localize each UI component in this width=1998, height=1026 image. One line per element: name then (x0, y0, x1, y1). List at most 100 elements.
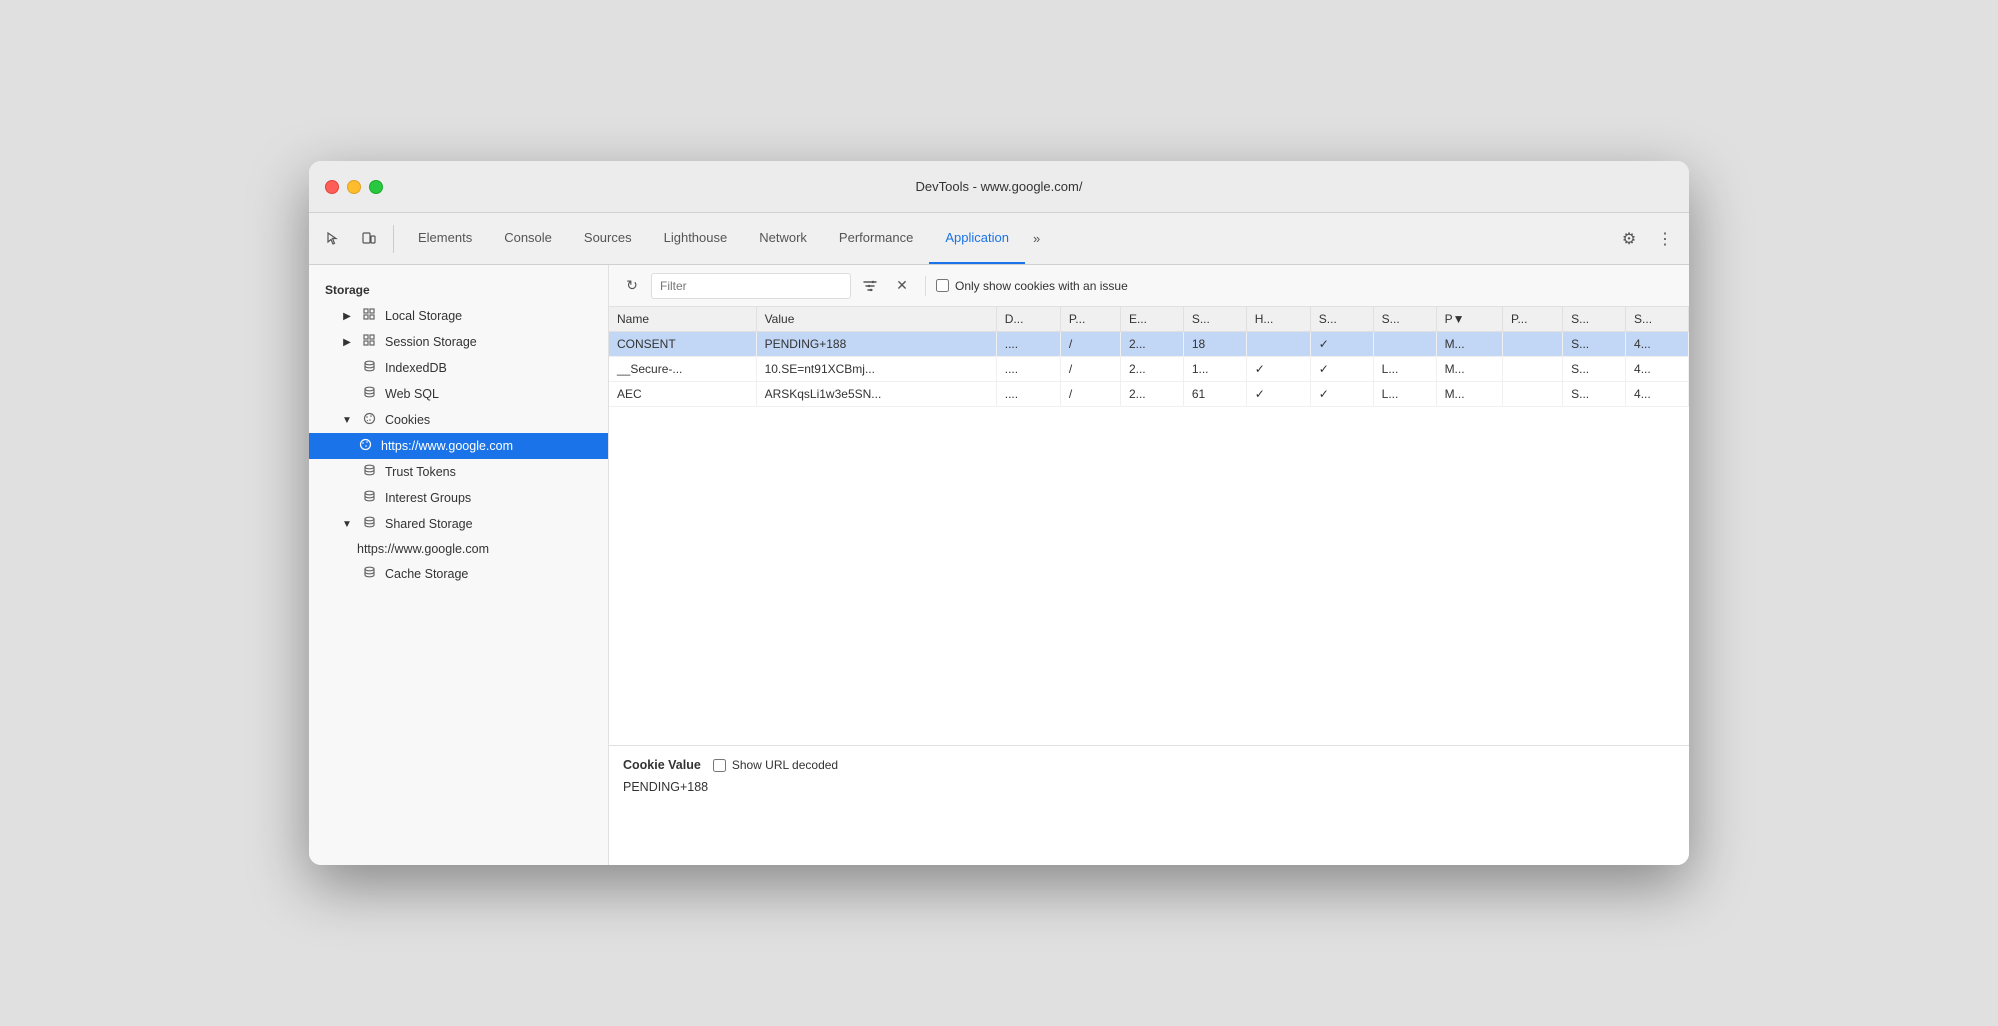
cell-expires: 2... (1120, 332, 1183, 357)
minimize-button[interactable] (347, 180, 361, 194)
cell-path: / (1060, 357, 1120, 382)
toolbar-right: ⚙ ⋮ (1613, 223, 1681, 255)
trust-tokens-label: Trust Tokens (385, 465, 456, 479)
storage-section-label: Storage (309, 277, 608, 303)
cell-sourceport: 4... (1626, 357, 1689, 382)
panel-toolbar: ↻ ✕ Only show cookies w (609, 265, 1689, 307)
db-icon (361, 566, 377, 582)
cell-http: ✓ (1246, 357, 1310, 382)
sidebar-item-cookies[interactable]: ▼ Cookies (309, 407, 608, 433)
table-row[interactable]: __Secure-...10.SE=nt91XCBmj......./2...1… (609, 357, 1689, 382)
show-url-decoded-checkbox[interactable] (713, 759, 726, 772)
col-header-expires[interactable]: E... (1120, 307, 1183, 332)
sidebar-item-trust-tokens[interactable]: ▶ Trust Tokens (309, 459, 608, 485)
cell-name: __Secure-... (609, 357, 756, 382)
triangle-icon: ▼ (341, 519, 353, 530)
cell-secure: ✓ (1310, 357, 1373, 382)
cell-path: / (1060, 382, 1120, 407)
sidebar-item-indexeddb[interactable]: ▶ IndexedDB (309, 355, 608, 381)
cell-priority: M... (1436, 382, 1502, 407)
db-icon (361, 386, 377, 402)
tab-elements[interactable]: Elements (402, 213, 488, 264)
sidebar: Storage ▶ Local Storage ▶ Session Storag… (309, 265, 609, 865)
col-header-domain[interactable]: D... (996, 307, 1060, 332)
settings-button[interactable]: ⚙ (1613, 223, 1645, 255)
cell-sourceport: 4... (1626, 332, 1689, 357)
clear-filter-button[interactable]: ✕ (889, 273, 915, 299)
table-row[interactable]: AECARSKqsLi1w3e5SN......./2...61✓✓L...M.… (609, 382, 1689, 407)
filter-options-button[interactable] (857, 273, 883, 299)
col-header-partition[interactable]: P... (1503, 307, 1563, 332)
cell-partition (1503, 357, 1563, 382)
only-issues-checkbox-label[interactable]: Only show cookies with an issue (936, 279, 1128, 293)
refresh-button[interactable]: ↻ (619, 273, 645, 299)
col-header-value[interactable]: Value (756, 307, 996, 332)
cursor-icon-button[interactable] (317, 223, 349, 255)
sidebar-item-shared-storage-url[interactable]: https://www.google.com (309, 537, 608, 561)
cookies-table: Name Value D... P... E... S... H... S...… (609, 307, 1689, 407)
col-header-samesite[interactable]: S... (1373, 307, 1436, 332)
more-options-button[interactable]: ⋮ (1649, 223, 1681, 255)
sidebar-item-interest-groups[interactable]: ▶ Interest Groups (309, 485, 608, 511)
sidebar-item-session-storage[interactable]: ▶ Session Storage (309, 329, 608, 355)
only-issues-checkbox[interactable] (936, 279, 949, 292)
show-url-decoded-label[interactable]: Show URL decoded (713, 758, 838, 772)
col-header-source[interactable]: S... (1563, 307, 1626, 332)
local-storage-label: Local Storage (385, 309, 462, 323)
web-sql-label: Web SQL (385, 387, 439, 401)
cell-domain: .... (996, 332, 1060, 357)
col-header-name[interactable]: Name (609, 307, 756, 332)
sidebar-item-cookies-url[interactable]: https://www.google.com (309, 433, 608, 459)
window-title: DevTools - www.google.com/ (916, 179, 1083, 194)
cell-source: S... (1563, 382, 1626, 407)
cell-value: PENDING+188 (756, 332, 996, 357)
device-icon (361, 231, 377, 247)
col-header-priority[interactable]: P▼ (1436, 307, 1502, 332)
maximize-button[interactable] (369, 180, 383, 194)
cell-size: 1... (1183, 357, 1246, 382)
tab-application[interactable]: Application (929, 213, 1025, 264)
toolbar-divider (393, 225, 394, 253)
main-toolbar: Elements Console Sources Lighthouse Netw… (309, 213, 1689, 265)
cookie-value-title: Cookie Value (623, 758, 701, 772)
more-tabs-button[interactable]: » (1025, 213, 1048, 264)
cookie-value-content: PENDING+188 (623, 780, 1675, 794)
cell-samesite: L... (1373, 382, 1436, 407)
close-button[interactable] (325, 180, 339, 194)
cell-size: 61 (1183, 382, 1246, 407)
sidebar-item-cache-storage[interactable]: ▶ Cache Storage (309, 561, 608, 587)
cell-secure: ✓ (1310, 332, 1373, 357)
col-header-path[interactable]: P... (1060, 307, 1120, 332)
cell-value: ARSKqsLi1w3e5SN... (756, 382, 996, 407)
filter-input[interactable] (651, 273, 851, 299)
col-header-sourceport[interactable]: S... (1626, 307, 1689, 332)
sidebar-item-shared-storage[interactable]: ▼ Shared Storage (309, 511, 608, 537)
cell-secure: ✓ (1310, 382, 1373, 407)
tab-performance[interactable]: Performance (823, 213, 929, 264)
cell-name: CONSENT (609, 332, 756, 357)
cookie-value-panel: Cookie Value Show URL decoded PENDING+18… (609, 745, 1689, 865)
triangle-icon: ▼ (341, 415, 353, 426)
sidebar-item-local-storage[interactable]: ▶ Local Storage (309, 303, 608, 329)
cookie-icon (361, 412, 377, 428)
cursor-icon (325, 231, 341, 247)
tab-network[interactable]: Network (743, 213, 823, 264)
device-toggle-button[interactable] (353, 223, 385, 255)
tab-sources[interactable]: Sources (568, 213, 648, 264)
db-icon (361, 464, 377, 480)
shared-storage-url-label: https://www.google.com (357, 542, 489, 556)
cell-path: / (1060, 332, 1120, 357)
tab-list: Elements Console Sources Lighthouse Netw… (402, 213, 1048, 264)
cookie-small-icon (357, 438, 373, 454)
cookies-table-container: Name Value D... P... E... S... H... S...… (609, 307, 1689, 745)
table-row[interactable]: CONSENTPENDING+188..../2...18✓M...S...4.… (609, 332, 1689, 357)
filter-settings-icon (863, 279, 877, 293)
col-header-size[interactable]: S... (1183, 307, 1246, 332)
gear-icon: ⚙ (1622, 229, 1636, 249)
col-header-secure[interactable]: S... (1310, 307, 1373, 332)
tab-lighthouse[interactable]: Lighthouse (648, 213, 744, 264)
sidebar-item-web-sql[interactable]: ▶ Web SQL (309, 381, 608, 407)
col-header-http[interactable]: H... (1246, 307, 1310, 332)
tab-console[interactable]: Console (488, 213, 568, 264)
table-header-row: Name Value D... P... E... S... H... S...… (609, 307, 1689, 332)
